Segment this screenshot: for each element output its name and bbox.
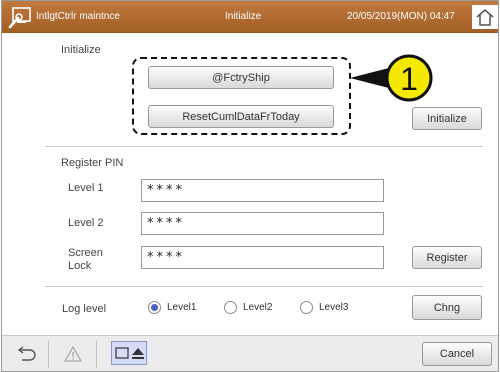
change-log-level-button[interactable]: Chng (412, 295, 482, 320)
cancel-button[interactable]: Cancel (422, 342, 492, 366)
level1-label: Level 1 (68, 182, 104, 194)
initialize-section-label: Initialize (61, 44, 101, 56)
home-icon (476, 9, 494, 26)
level2-label: Level 2 (68, 217, 104, 229)
datetime-display: 20/05/2019(MON) 04:47 (347, 11, 455, 22)
maintenance-wrench-icon (8, 7, 31, 29)
log-level-radio-level2[interactable]: Level2 (224, 301, 272, 314)
toolbar-separator (96, 340, 97, 368)
toolbar-separator (48, 340, 49, 368)
factory-ship-button[interactable]: @FctryShip (148, 66, 334, 89)
back-button[interactable] (10, 342, 40, 366)
app-name: IntlgtCtrlr maintnce (36, 11, 120, 22)
level1-pin-field[interactable]: **** (141, 179, 384, 202)
radio-unselected-icon (300, 301, 313, 314)
radio-label: Level3 (319, 302, 349, 313)
radio-selected-icon (148, 301, 161, 314)
eject-media-button[interactable] (111, 341, 147, 365)
callout-marker: 1 (350, 54, 433, 102)
eject-card-icon (115, 347, 144, 359)
register-pin-section-label: Register PIN (61, 157, 124, 169)
title-bar: IntlgtCtrlr maintnce Initialize 20/05/20… (2, 1, 498, 33)
maintenance-window: IntlgtCtrlr maintnce Initialize 20/05/20… (1, 0, 499, 372)
callout-number: 1 (400, 61, 418, 97)
radio-unselected-icon (224, 301, 237, 314)
screen-title: Initialize (225, 11, 262, 22)
section-divider (45, 286, 483, 287)
log-level-label: Log level (62, 303, 107, 315)
screen-lock-label: Screen (68, 247, 103, 259)
log-level-radio-level1[interactable]: Level1 (148, 301, 196, 314)
back-arrow-icon (17, 346, 36, 361)
radio-label: Level2 (243, 302, 273, 313)
home-button[interactable] (472, 5, 498, 29)
register-button[interactable]: Register (412, 246, 482, 269)
log-level-radio-level3[interactable]: Level3 (300, 301, 348, 314)
section-divider (45, 146, 483, 147)
radio-label: Level1 (167, 302, 197, 313)
level2-pin-field[interactable]: **** (141, 212, 384, 235)
warning-icon (63, 345, 83, 362)
reset-cumulative-data-button[interactable]: ResetCumlDataFrToday (148, 105, 334, 128)
alarm-button[interactable] (58, 342, 88, 366)
initialize-button[interactable]: Initialize (412, 107, 482, 130)
screen-lock-pin-field[interactable]: **** (141, 246, 384, 269)
bottom-toolbar: Cancel (2, 335, 498, 371)
screen-lock-label-line2: Lock (68, 260, 92, 272)
